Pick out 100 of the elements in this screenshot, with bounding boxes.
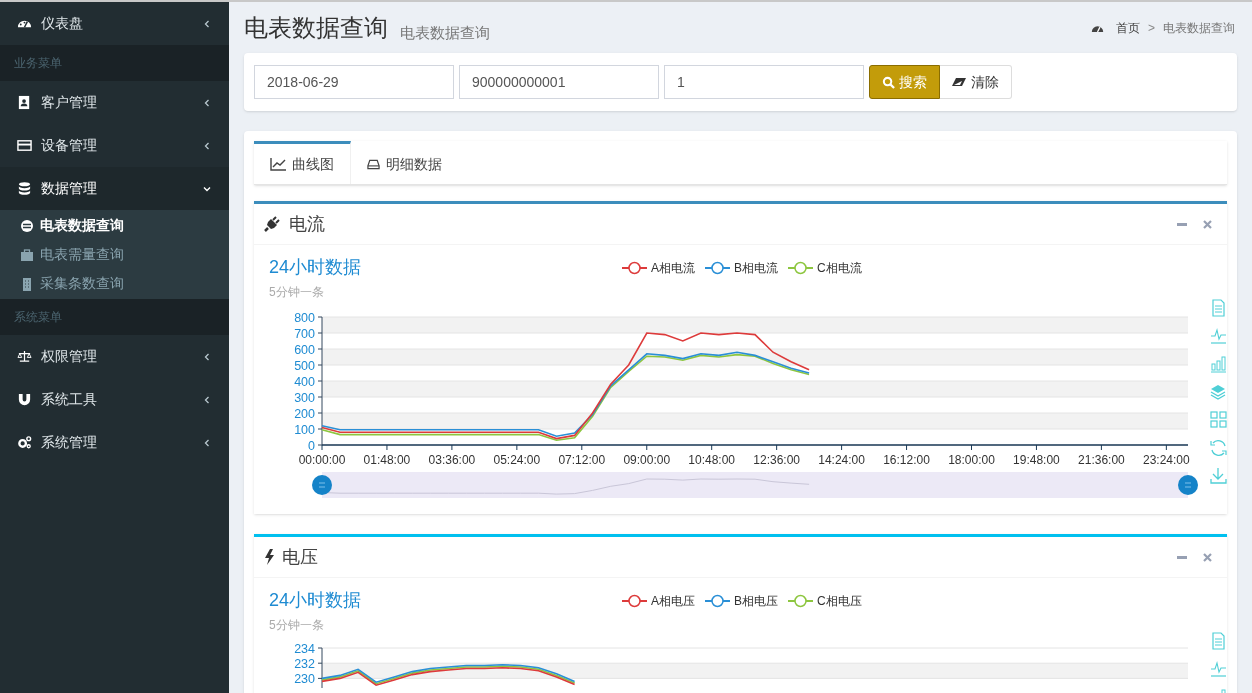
close-icon bbox=[1202, 552, 1212, 562]
chart-title: 24小时数据 bbox=[268, 589, 363, 612]
submenu-item[interactable]: 电表数据查询 bbox=[0, 211, 229, 240]
legend-item[interactable]: B相电压 bbox=[705, 591, 779, 610]
y-tick-label: 0 bbox=[308, 438, 315, 453]
x-tick-label: 00:00:00 bbox=[298, 453, 346, 467]
x-tick-label: 01:48:00 bbox=[363, 453, 411, 467]
legend-marker-icon bbox=[705, 593, 730, 608]
sidebar-item[interactable]: 系统工具 bbox=[0, 378, 229, 421]
y-tick-label: 700 bbox=[294, 326, 315, 341]
credit-card-icon bbox=[17, 138, 32, 153]
building-icon bbox=[20, 276, 34, 291]
legend-item[interactable]: C相电流 bbox=[788, 258, 862, 277]
chevron-down-icon bbox=[203, 184, 211, 193]
section-label: 系统菜单 bbox=[14, 309, 62, 326]
submenu-item[interactable]: 采集条数查询 bbox=[0, 269, 229, 298]
x-tick-label: 05:24:00 bbox=[493, 453, 541, 467]
stack-icon[interactable] bbox=[1210, 383, 1227, 401]
x-tick-label: 16:12:00 bbox=[883, 453, 930, 467]
chevron-left-icon bbox=[203, 98, 211, 107]
breadcrumb-current: 电表数据查询 bbox=[1163, 19, 1235, 37]
plug-icon bbox=[264, 216, 281, 232]
chart-title: 24小时数据 bbox=[268, 256, 363, 279]
tab[interactable]: 明细数据 bbox=[351, 141, 458, 184]
chevron-left-icon bbox=[203, 19, 211, 28]
slider-handle[interactable] bbox=[312, 475, 332, 495]
x-tick-label: 07:12:00 bbox=[558, 453, 606, 467]
page-subtitle: 电表数据查询 bbox=[400, 24, 490, 40]
x-tick-label: 14:24:00 bbox=[818, 453, 865, 467]
x-tick-label: 21:36:00 bbox=[1078, 453, 1125, 467]
legend-item[interactable]: C相电压 bbox=[788, 591, 862, 610]
line-chart-icon bbox=[270, 157, 286, 171]
y-tick-label: 600 bbox=[294, 342, 315, 357]
breadcrumb-link[interactable]: 首页 bbox=[1116, 18, 1140, 37]
y-tick-label: 100 bbox=[294, 422, 315, 437]
line-chart-icon[interactable] bbox=[1210, 327, 1227, 345]
x-tick-label: 18:00:00 bbox=[948, 453, 995, 467]
grid-icon[interactable] bbox=[1210, 411, 1227, 429]
search-icon bbox=[882, 75, 895, 89]
eraser-icon bbox=[952, 77, 967, 87]
y-tick-label: 500 bbox=[294, 358, 315, 373]
chart-subtitle: 5分钟一条 bbox=[268, 617, 325, 634]
refresh-icon[interactable] bbox=[1210, 439, 1227, 457]
legend-item[interactable]: A相电压 bbox=[622, 591, 695, 610]
sidebar-item[interactable]: 仪表盘 bbox=[0, 2, 229, 45]
x-tick-label: 10:48:00 bbox=[688, 453, 736, 467]
data-view-icon[interactable] bbox=[1210, 299, 1227, 317]
x-tick-label: 23:24:00 bbox=[1143, 453, 1190, 467]
legend-marker-icon bbox=[622, 260, 647, 275]
clear-button[interactable]: 清除 bbox=[940, 65, 1012, 99]
gears-icon bbox=[17, 435, 32, 450]
page-title: 电表数据查询 bbox=[244, 15, 388, 40]
legend-item[interactable]: A相电流 bbox=[622, 258, 695, 277]
chevron-left-icon bbox=[203, 438, 211, 447]
slider-handle[interactable] bbox=[1178, 475, 1198, 495]
legend-marker-icon bbox=[622, 593, 647, 608]
minus-icon bbox=[1177, 222, 1187, 226]
chevron-left-icon bbox=[203, 141, 211, 150]
tab[interactable]: 曲线图 bbox=[254, 141, 351, 184]
lightning-icon bbox=[264, 549, 274, 565]
panel-title: 电压 bbox=[282, 545, 319, 569]
input-field[interactable]: 1 bbox=[664, 65, 864, 99]
line-chart-icon[interactable] bbox=[1210, 660, 1227, 678]
y-tick-label: 300 bbox=[294, 390, 315, 405]
legend-marker-icon bbox=[705, 260, 730, 275]
magnet-icon bbox=[17, 392, 32, 407]
minus-icon bbox=[1177, 555, 1187, 559]
input-field[interactable]: 2018-06-29 bbox=[254, 65, 454, 99]
breadcrumb-separator: > bbox=[1148, 19, 1155, 37]
sidebar-item[interactable]: 数据管理 bbox=[0, 167, 229, 210]
chevron-left-icon bbox=[203, 395, 211, 404]
address-book-icon bbox=[17, 95, 32, 110]
hard-drive-icon bbox=[367, 158, 380, 170]
sidebar-item[interactable]: 权限管理 bbox=[0, 335, 229, 378]
y-tick-label: 234 bbox=[294, 641, 315, 656]
close-icon bbox=[1202, 219, 1212, 229]
y-tick-label: 800 bbox=[294, 310, 315, 325]
sidebar-item[interactable]: 设备管理 bbox=[0, 124, 229, 167]
legend-marker-icon bbox=[788, 593, 814, 608]
download-icon[interactable] bbox=[1210, 467, 1227, 485]
x-tick-label: 19:48:00 bbox=[1013, 453, 1060, 467]
sidebar-item[interactable]: 客户管理 bbox=[0, 81, 229, 124]
chevron-left-icon bbox=[203, 352, 211, 361]
bar-chart-icon[interactable] bbox=[1210, 355, 1227, 373]
chart-subtitle: 5分钟一条 bbox=[268, 284, 325, 301]
y-tick-label: 400 bbox=[294, 374, 315, 389]
submenu-item[interactable]: 电表需量查询 bbox=[0, 240, 229, 269]
database-icon bbox=[17, 181, 32, 196]
input-field[interactable]: 900000000001 bbox=[459, 65, 659, 99]
data-view-icon[interactable] bbox=[1210, 632, 1227, 650]
y-axis bbox=[317, 647, 323, 689]
x-tick-label: 03:36:00 bbox=[428, 453, 476, 467]
x-tick-label: 09:00:00 bbox=[623, 453, 671, 467]
scale-icon bbox=[17, 349, 32, 364]
section-label: 业务菜单 bbox=[14, 55, 62, 72]
legend-marker-icon bbox=[788, 260, 814, 275]
briefcase-icon bbox=[20, 247, 34, 262]
sidebar-item[interactable]: 系统管理 bbox=[0, 421, 229, 464]
y-tick-label: 200 bbox=[294, 406, 315, 421]
legend-item[interactable]: B相电流 bbox=[705, 258, 779, 277]
